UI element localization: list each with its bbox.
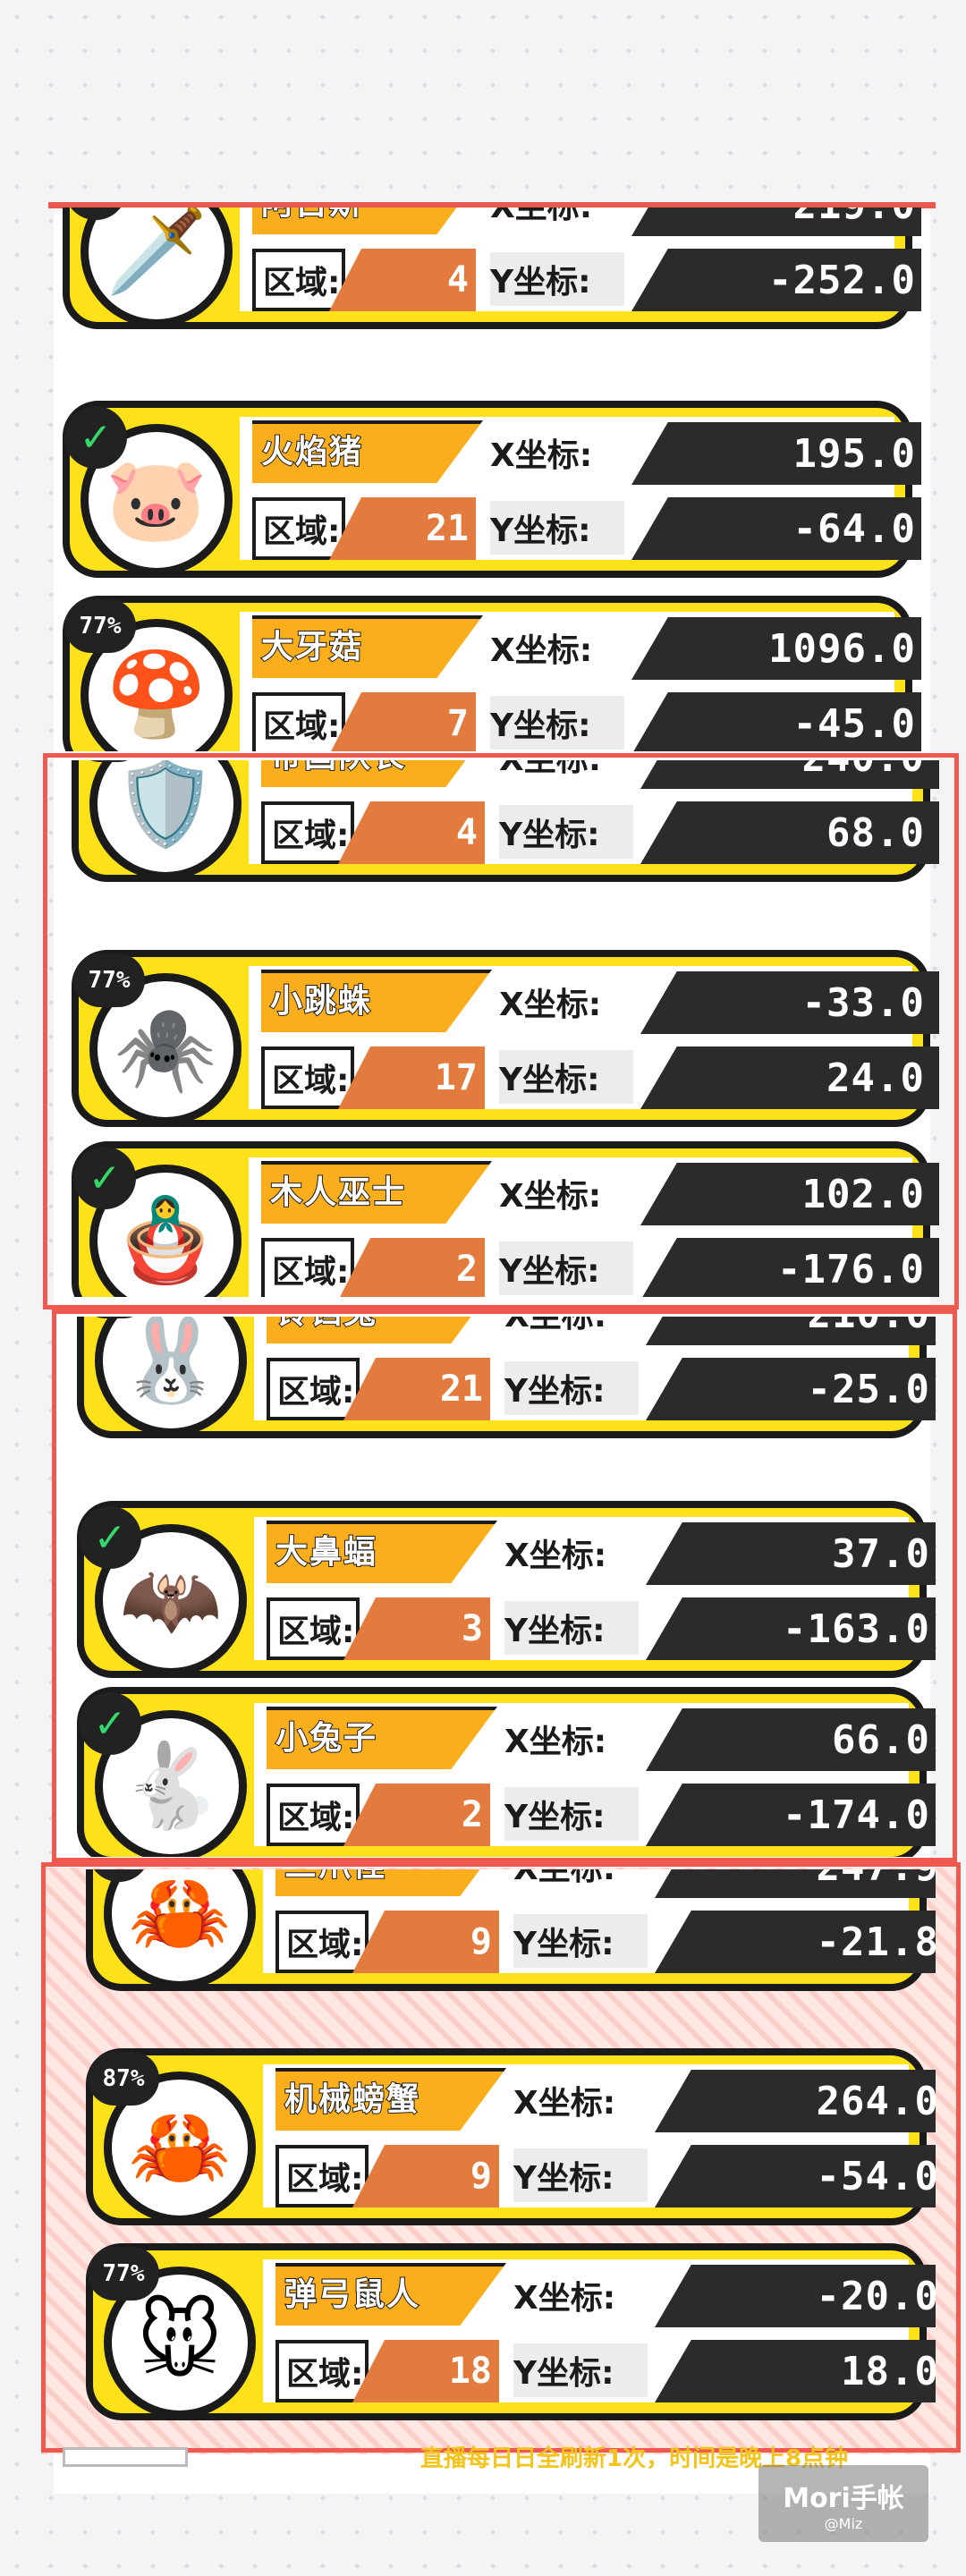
zone-value: 7	[446, 703, 469, 744]
x-coord-label: X坐标:	[490, 621, 624, 674]
monster-card[interactable]: 🐷 ✓ 火焰猪 区域: 21 X坐标: 195.0 Y坐标: -64.0	[63, 401, 921, 578]
monster-card[interactable]: 🗡️✓阿古斯区域:4X坐标:219.0Y坐标:-252.0	[63, 208, 921, 329]
monster-name: 大牙菇	[260, 628, 364, 666]
zone-value: 4	[446, 259, 469, 301]
monster-avatar-icon: 🗡️	[105, 208, 208, 299]
monster-card[interactable]: 🍄 77% 大牙菇 区域: 7 X坐标: 1096.0 Y坐标: -45.0	[63, 596, 921, 751]
zone-value: 21	[425, 508, 469, 549]
y-coord-value: -252.0	[631, 249, 921, 311]
x-coord-value: 219.0	[631, 208, 921, 236]
watermark-sub: @Miz	[824, 2514, 863, 2532]
x-coord-value: 1096.0	[631, 617, 921, 680]
x-coord-value: 195.0	[631, 422, 921, 485]
collected-check-icon: ✓	[64, 406, 127, 469]
watermark: Mori手帐 @Miz	[758, 2465, 928, 2542]
monster-avatar-icon: 🐷	[105, 452, 208, 547]
monster-avatar[interactable]: 🗡️	[80, 208, 233, 327]
y-coord-value: -64.0	[631, 497, 921, 560]
screenshot-frame-4	[41, 1862, 961, 2453]
monster-name: 阿古斯	[260, 208, 363, 224]
y-coord-label: Y坐标:	[490, 501, 624, 555]
x-coord-label: X坐标:	[490, 208, 624, 231]
monster-name: 火焰猪	[260, 433, 364, 471]
y-coord-value: -45.0	[631, 692, 921, 751]
bottom-strip	[63, 2447, 188, 2467]
watermark-main: Mori手帐	[783, 2482, 904, 2514]
monster-avatar-icon: 🍄	[105, 647, 208, 742]
x-coord-label: X坐标:	[490, 426, 624, 479]
y-coord-label: Y坐标:	[490, 696, 624, 750]
y-coord-label: Y坐标:	[490, 252, 624, 306]
screenshot-frame-3	[52, 1309, 957, 1862]
screenshot-block: 🗡️✓阿古斯区域:4X坐标:219.0Y坐标:-252.0🐷✓火焰猪区域:21X…	[54, 208, 921, 751]
screenshot-frame-2	[43, 753, 959, 1309]
progress-badge: 77%	[64, 599, 136, 653]
